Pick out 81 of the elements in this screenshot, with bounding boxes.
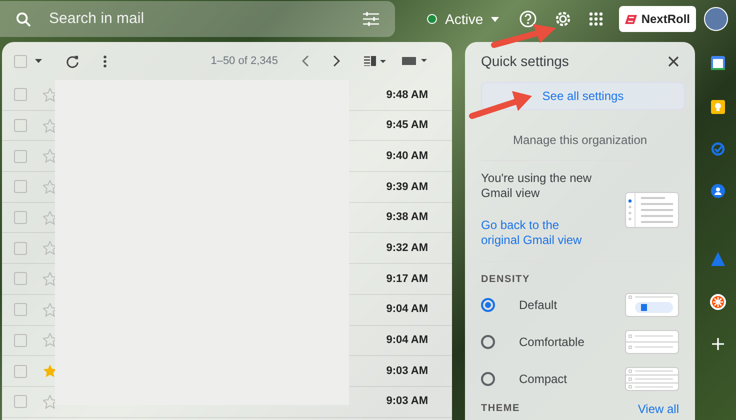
go-back-link[interactable]: Go back to the original Gmail view — [481, 218, 599, 249]
lightbulb-icon[interactable] — [711, 100, 725, 114]
message-time: 9:39 AM — [385, 180, 428, 195]
apps-grid-icon[interactable] — [589, 12, 604, 26]
message-time: 9:03 AM — [385, 394, 428, 410]
density-label: Compact — [519, 371, 568, 388]
message-time: 9:04 AM — [385, 302, 428, 318]
page-range: 1–50 of 2,345 — [210, 54, 278, 69]
density-label: Default — [519, 297, 558, 314]
row-checkbox[interactable] — [14, 242, 27, 255]
keyboard-icon[interactable] — [402, 56, 428, 66]
star-icon[interactable] — [43, 364, 57, 378]
filter-icon[interactable] — [363, 12, 379, 26]
next-page-icon[interactable] — [333, 55, 340, 67]
inbox-view-preview-drawing — [625, 192, 679, 228]
star-icon[interactable] — [43, 333, 57, 348]
row-checkbox[interactable] — [14, 211, 27, 224]
calendar-icon[interactable] — [711, 56, 725, 70]
message-time: 9:48 AM — [385, 88, 428, 103]
see-all-settings-button[interactable]: See all settings — [481, 82, 685, 110]
message-time: 9:45 AM — [385, 118, 428, 134]
message-time: 9:04 AM — [385, 333, 428, 348]
density-radio[interactable] — [481, 298, 495, 312]
message-time: 9:38 AM — [385, 210, 428, 226]
density-preview-drawing — [625, 293, 679, 318]
row-checkbox[interactable] — [14, 150, 27, 163]
close-icon[interactable] — [668, 56, 679, 66]
density-radio[interactable] — [481, 335, 495, 350]
message-time: 9:40 AM — [385, 148, 428, 164]
row-checkbox[interactable] — [14, 303, 27, 316]
caret-icon — [491, 16, 500, 22]
star-icon[interactable] — [43, 302, 57, 317]
row-checkbox[interactable] — [14, 395, 27, 408]
search-icon — [16, 12, 31, 26]
star-icon[interactable] — [43, 272, 57, 286]
asterisk-icon[interactable] — [710, 294, 726, 310]
check-circle-icon[interactable] — [711, 142, 725, 156]
status-dot — [427, 14, 437, 24]
row-checkbox[interactable] — [14, 88, 27, 102]
message-time: 9:17 AM — [385, 272, 428, 287]
density-preview-drawing — [625, 367, 679, 392]
info-text: You're using the new Gmail view — [481, 170, 593, 202]
star-icon[interactable] — [43, 241, 57, 256]
panel-title: Quick settings — [481, 52, 569, 71]
row-checkbox[interactable] — [14, 180, 27, 194]
star-icon[interactable] — [43, 149, 57, 164]
triangle-icon[interactable] — [711, 252, 725, 266]
density-radio[interactable] — [481, 372, 495, 386]
star-icon[interactable] — [43, 180, 57, 194]
density-preview-drawing — [625, 330, 679, 354]
star-icon[interactable] — [43, 88, 57, 102]
manage-organization-link[interactable]: Manage this organization — [512, 133, 648, 147]
search-input[interactable]: Search in mail — [47, 6, 347, 32]
star-icon[interactable] — [43, 118, 57, 133]
help-icon[interactable] — [519, 10, 538, 28]
density-label: Comfortable — [519, 334, 584, 352]
annotation-arrow — [491, 24, 556, 48]
row-checkbox[interactable] — [14, 272, 27, 286]
previous-page-icon[interactable] — [302, 55, 309, 67]
caret-icon[interactable] — [35, 59, 42, 63]
contact-icon[interactable] — [711, 184, 725, 198]
select-all-checkbox[interactable] — [14, 54, 27, 68]
row-checkbox[interactable] — [14, 119, 27, 132]
refresh-icon[interactable] — [66, 54, 79, 68]
account-avatar[interactable] — [704, 7, 728, 31]
annotation-arrow — [469, 91, 532, 119]
message-time: 9:32 AM — [385, 241, 428, 256]
row-checkbox[interactable] — [14, 334, 27, 347]
star-icon[interactable] — [43, 210, 57, 225]
section-heading: THEME — [481, 402, 520, 416]
add-icon[interactable] — [712, 338, 724, 350]
search-field[interactable]: Search in mail — [0, 1, 395, 37]
status-dropdown[interactable]: Active — [419, 8, 506, 30]
section-heading: DENSITY — [481, 272, 531, 287]
message-time: 9:03 AM — [385, 364, 428, 379]
star-icon[interactable] — [43, 394, 57, 409]
view-all-link[interactable]: View all — [638, 400, 679, 418]
more-options-icon[interactable] — [103, 54, 107, 68]
split-pane-icon[interactable] — [364, 56, 386, 66]
organization-logo[interactable]: NextRoll — [619, 6, 696, 32]
row-checkbox[interactable] — [14, 364, 27, 378]
